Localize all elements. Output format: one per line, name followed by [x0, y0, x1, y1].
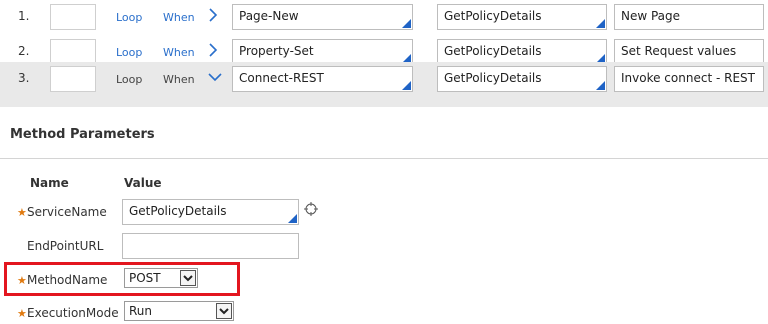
- value-column-header: Value: [124, 176, 162, 190]
- when-link[interactable]: When: [163, 73, 195, 86]
- required-star-icon: ★: [17, 274, 27, 287]
- step-page-value: GetPolicyDetails: [444, 44, 542, 58]
- method-field[interactable]: Page-New: [232, 4, 413, 30]
- step-number: 3.: [18, 71, 30, 85]
- when-link[interactable]: When: [163, 46, 195, 59]
- required-star-icon: ★: [17, 307, 27, 320]
- required-star-icon: ★: [17, 206, 27, 219]
- section-title: Method Parameters: [10, 127, 155, 142]
- loop-link[interactable]: Loop: [116, 73, 142, 86]
- step-page-field[interactable]: GetPolicyDetails: [437, 4, 607, 30]
- when-link[interactable]: When: [163, 11, 195, 24]
- executionmode-value: Run: [129, 304, 153, 318]
- autocomplete-corner-icon: [402, 81, 411, 90]
- method-value: Connect-REST: [239, 71, 324, 85]
- description-value: New Page: [621, 9, 681, 23]
- step-page-value: GetPolicyDetails: [444, 71, 542, 85]
- method-field[interactable]: Connect-REST: [232, 66, 413, 92]
- description-field[interactable]: New Page: [614, 4, 764, 30]
- step-number: 2.: [18, 44, 30, 58]
- autocomplete-corner-icon: [596, 19, 605, 28]
- section-divider: [0, 158, 768, 159]
- chevron-right-icon[interactable]: [207, 5, 219, 30]
- step-number: 1.: [18, 9, 30, 23]
- loop-link[interactable]: Loop: [116, 46, 142, 59]
- param-label-executionmode: ExecutionMode: [27, 306, 119, 320]
- name-column-header: Name: [30, 176, 69, 190]
- method-value: Property-Set: [239, 44, 314, 58]
- loop-link[interactable]: Loop: [116, 11, 142, 24]
- methodname-value: POST: [129, 271, 161, 285]
- param-label-servicename: ServiceName: [27, 205, 107, 219]
- crosshair-icon[interactable]: [304, 202, 318, 216]
- servicename-input[interactable]: GetPolicyDetails: [122, 199, 299, 225]
- description-value: Set Request values: [621, 44, 737, 58]
- step-row-1[interactable]: 1. Loop When Page-New GetPolicyDetails N…: [0, 0, 768, 35]
- autocomplete-corner-icon: [596, 81, 605, 90]
- description-value: Invoke connect - REST: [621, 71, 755, 85]
- dropdown-arrow-icon[interactable]: [180, 270, 196, 286]
- step-row-3[interactable]: 3. Loop When Connect-REST GetPolicyDetai…: [0, 62, 768, 97]
- autocomplete-corner-icon: [402, 19, 411, 28]
- executionmode-select[interactable]: Run: [124, 301, 234, 321]
- param-label-methodname: MethodName: [27, 273, 108, 287]
- step-label-input[interactable]: [50, 66, 96, 92]
- methodname-select[interactable]: POST: [124, 268, 198, 288]
- description-field[interactable]: Invoke connect - REST: [614, 66, 764, 92]
- chevron-down-icon[interactable]: [207, 67, 223, 92]
- dropdown-arrow-icon[interactable]: [216, 303, 232, 319]
- expanded-step-area: [0, 97, 768, 107]
- method-value: Page-New: [239, 9, 299, 23]
- param-label-endpointurl: EndPointURL: [27, 239, 104, 253]
- servicename-value: GetPolicyDetails: [129, 204, 227, 218]
- step-page-value: GetPolicyDetails: [444, 9, 542, 23]
- endpointurl-input[interactable]: [122, 233, 299, 259]
- step-page-field[interactable]: GetPolicyDetails: [437, 66, 607, 92]
- step-label-input[interactable]: [50, 4, 96, 30]
- autocomplete-corner-icon: [288, 214, 297, 223]
